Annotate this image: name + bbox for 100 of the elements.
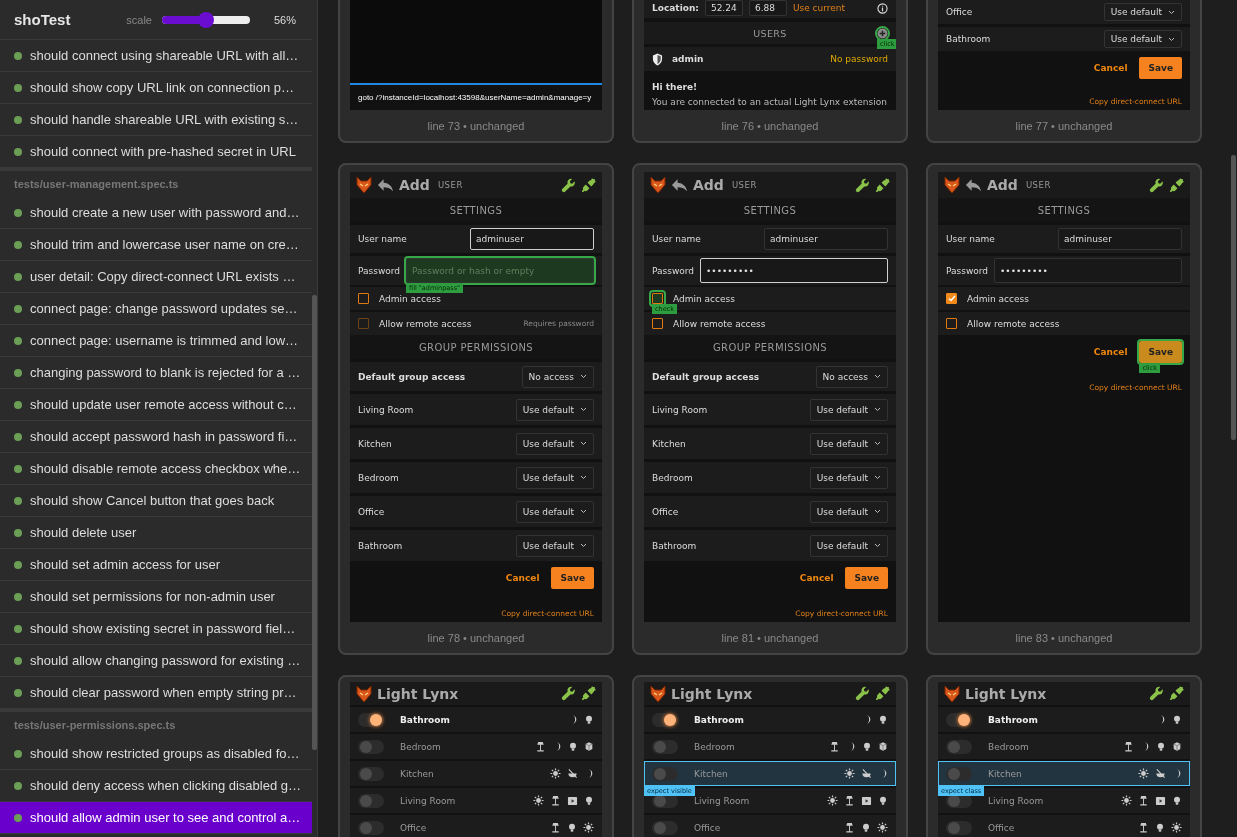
test-list-item[interactable]: connect page: username is trimmed and low… (0, 325, 312, 357)
wrench-icon[interactable] (561, 177, 576, 193)
toggle-switch[interactable] (652, 766, 678, 781)
sun-icon[interactable] (1138, 768, 1149, 779)
room-row[interactable]: Bathroom (644, 707, 896, 732)
sun-icon[interactable] (877, 822, 888, 833)
test-list-item[interactable]: should update user remote access without c… (0, 389, 312, 421)
desk-lamp-icon[interactable] (1138, 795, 1149, 806)
room-row[interactable]: Kitchen (938, 761, 1190, 786)
sun-icon[interactable] (583, 822, 594, 833)
test-list-item[interactable]: should disable remote access checkbox whe… (0, 453, 312, 485)
access-dropdown[interactable]: Use default (1103, 30, 1182, 48)
test-list-item[interactable]: should delete user (0, 517, 312, 549)
access-dropdown[interactable]: Use default (515, 398, 594, 421)
access-dropdown[interactable]: Use default (515, 432, 594, 455)
access-dropdown[interactable]: Use default (1103, 3, 1182, 21)
bulb-icon[interactable] (567, 822, 577, 833)
password-input[interactable]: ••••••••• (994, 258, 1182, 283)
sun-icon[interactable] (1171, 822, 1182, 833)
plug-icon[interactable] (875, 177, 890, 193)
bulb-icon[interactable] (1172, 714, 1182, 725)
wrench-icon[interactable] (1149, 177, 1164, 193)
scale-slider[interactable] (161, 11, 250, 28)
test-list-item[interactable]: should show existing secret in password fiel… (0, 613, 312, 645)
plug-icon[interactable] (581, 177, 596, 193)
longitude-input[interactable]: 6.88 (748, 0, 787, 16)
test-list-item[interactable]: should allow changing password for existing … (0, 645, 312, 677)
crossed-out-bowl-icon[interactable] (567, 768, 578, 779)
room-row[interactable]: Kitchen (350, 761, 602, 786)
text-input[interactable]: adminuser (1058, 228, 1182, 250)
play-icon[interactable] (861, 795, 872, 806)
test-list-item[interactable]: should show Cancel button that goes back (0, 485, 312, 517)
cancel-button[interactable]: Cancel (1093, 63, 1128, 73)
text-input[interactable]: adminuser (470, 228, 594, 250)
wrench-icon[interactable] (561, 686, 576, 701)
checkbox[interactable] (946, 318, 957, 329)
access-dropdown[interactable]: No access (521, 365, 594, 388)
add-icon[interactable] (877, 27, 888, 39)
text-input[interactable]: adminuser (764, 228, 888, 250)
access-dropdown[interactable]: Use default (809, 534, 888, 557)
test-list-item[interactable]: should set admin access for user (0, 549, 312, 581)
password-input[interactable]: ••••••••• (700, 258, 888, 283)
plug-icon[interactable] (1169, 177, 1184, 193)
test-list-item[interactable]: user detail: Copy direct-connect URL exists … (0, 261, 312, 293)
scrollbar[interactable] (1231, 155, 1236, 440)
bulb-icon[interactable] (878, 714, 888, 725)
access-dropdown[interactable]: Use default (515, 466, 594, 489)
room-row[interactable]: Bathroom (350, 707, 602, 732)
room-row[interactable]: Bedroom (938, 734, 1190, 759)
toggle-switch[interactable] (358, 820, 384, 835)
back-arrow-icon[interactable] (965, 178, 982, 192)
plug-icon[interactable] (581, 686, 596, 701)
user-row[interactable]: admin No password (644, 47, 896, 71)
checkbox[interactable] (652, 318, 663, 329)
test-list-item[interactable]: should show restricted groups as disabled fo… (0, 738, 312, 770)
room-row[interactable]: Living Room (350, 788, 602, 813)
toggle-switch[interactable] (946, 820, 972, 835)
access-dropdown[interactable]: Use default (515, 500, 594, 523)
cancel-button[interactable]: Cancel (1093, 347, 1128, 357)
test-list-item[interactable]: should accept password hash in password fi… (0, 421, 312, 453)
bulb-icon[interactable] (861, 822, 871, 833)
toggle-switch[interactable] (358, 739, 384, 754)
test-list-item[interactable]: should trim and lowercase user name on cre… (0, 229, 312, 261)
test-list-item[interactable]: should clear password when empty string pr… (0, 677, 312, 709)
test-list-item[interactable]: should allow admin user to see and control a… (0, 802, 312, 834)
test-list-item[interactable]: should create a new user with password and… (0, 197, 312, 229)
desk-lamp-icon[interactable] (535, 741, 546, 752)
save-button[interactable]: Save (1139, 57, 1182, 79)
checkbox[interactable] (946, 293, 957, 304)
sun-icon[interactable] (1121, 795, 1132, 806)
box-icon[interactable] (878, 741, 888, 752)
plug-icon[interactable] (1169, 686, 1184, 701)
desk-lamp-icon[interactable] (844, 795, 855, 806)
slider-thumb[interactable] (197, 11, 214, 28)
toggle-switch[interactable] (652, 820, 678, 835)
bulb-icon[interactable] (878, 795, 888, 806)
test-list-item[interactable]: changing password to blank is rejected for a … (0, 357, 312, 389)
sun-icon[interactable] (550, 768, 561, 779)
crossed-out-bowl-icon[interactable] (861, 768, 872, 779)
desk-lamp-icon[interactable] (550, 822, 561, 833)
room-row[interactable]: Bedroom (350, 734, 602, 759)
test-list-item[interactable]: should handle shareable URL with existing s… (0, 104, 312, 136)
back-arrow-icon[interactable] (671, 178, 688, 192)
room-row[interactable]: Bathroom (938, 707, 1190, 732)
box-icon[interactable] (1172, 741, 1182, 752)
toggle-switch[interactable] (946, 766, 972, 781)
desk-lamp-icon[interactable] (829, 741, 840, 752)
latitude-input[interactable]: 52.24 (704, 0, 743, 16)
bulb-icon[interactable] (584, 795, 594, 806)
save-button[interactable]: Save (845, 567, 888, 589)
test-list-item[interactable]: should connect using shareable URL with all… (0, 40, 312, 72)
plug-icon[interactable] (875, 686, 890, 701)
toggle-switch[interactable] (946, 712, 972, 727)
access-dropdown[interactable]: Use default (809, 466, 888, 489)
access-dropdown[interactable]: Use default (809, 500, 888, 523)
toggle-switch[interactable] (652, 739, 678, 754)
cancel-button[interactable]: Cancel (505, 573, 540, 583)
room-row[interactable]: Office (350, 815, 602, 837)
toggle-switch[interactable] (946, 739, 972, 754)
back-arrow-icon[interactable] (377, 178, 394, 192)
